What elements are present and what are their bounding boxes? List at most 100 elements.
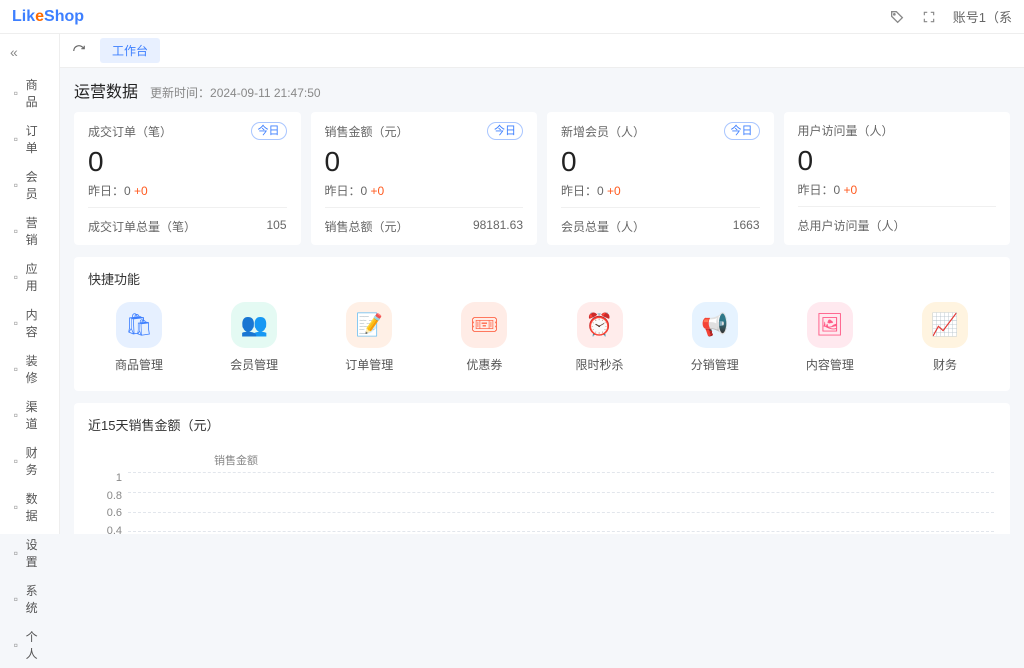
chart-y-axis: 10.80.60.40.20 [90,472,128,534]
sidebar-item-label: 商品 [26,76,49,110]
app-header: LikeShop 账号1（系 [0,0,1024,34]
card-yesterday: 昨日：0 +0 [798,181,997,198]
card-value: 0 [561,146,760,178]
sidebar-item-label: 系统 [26,582,49,616]
sidebar-icon: ▫ [10,363,22,375]
logo-part-e: e [35,8,44,25]
sidebar-item-6[interactable]: ▫ 装修 [0,346,59,392]
card-yesterday: 昨日：0 +0 [88,182,287,199]
card-foot-label: 会员总量（人） [561,218,645,235]
chart-plot: 08-2808-2908-3008-3109-0109-0209-0309-04… [128,472,994,534]
overview-header: 运营数据 更新时间：2024-09-11 21:47:50 [74,78,1010,102]
sidebar-item-label: 个人 [26,628,49,662]
shortcut-1[interactable]: 👥会员管理 [209,302,299,373]
stat-card-0: 成交订单（笔）今日0昨日：0 +0成交订单总量（笔）105 [74,112,301,245]
card-title: 新增会员（人） [561,123,645,140]
sidebar-item-label: 数据 [26,490,49,524]
shortcuts-row: 🛍 商品管理 👥会员管理 📝订单管理 🎟优惠券 ⏰ 限时秒杀 📢 分销管理 🖼内容管理 📈 财务 [88,302,996,379]
sidebar-item-2[interactable]: ▫会员 [0,162,59,208]
refresh-button[interactable] [68,40,90,62]
sidebar-icon: ▫ [10,501,22,513]
shortcut-label: 分销管理 [691,356,739,373]
sidebar-item-label: 财务 [26,444,49,478]
sidebar-icon: ▫ [10,225,22,237]
tabbar: 工作台 [60,34,1024,68]
shortcut-label: 内容管理 [806,356,854,373]
shortcut-icon: ⏰ [577,302,623,348]
shortcut-icon: 🛍 [116,302,162,348]
fullscreen-icon[interactable] [921,9,937,25]
sidebar-icon: ▫ [10,455,22,467]
main-area: 工作台 运营数据 更新时间：2024-09-11 21:47:50 成交订单（笔… [60,34,1024,534]
shortcut-icon: 📈 [922,302,968,348]
card-foot-value: 1663 [733,218,760,235]
sidebar-item-9[interactable]: ▫ 数据 [0,484,59,530]
stat-card-2: 新增会员（人） 今日 0 昨日：0 +0 会员总量（人） 1663 [547,112,774,245]
chart-title: 近15天销售金额（元） [88,415,996,434]
sidebar-icon: ▫ [10,409,22,421]
sidebar-item-label: 装修 [26,352,49,386]
sidebar-item-4[interactable]: ▫应用 [0,254,59,300]
sidebar-item-1[interactable]: ▫订单 [0,116,59,162]
shortcut-3[interactable]: 🎟优惠券 [439,302,529,373]
shortcut-0[interactable]: 🛍 商品管理 [94,302,184,373]
sidebar-item-0[interactable]: ▫商品 [0,70,59,116]
shortcut-4[interactable]: ⏰ 限时秒杀 [555,302,645,373]
overview-cards: 成交订单（笔）今日0昨日：0 +0成交订单总量（笔）105 销售金额（元） 今日 0 昨… [74,112,1010,245]
sidebar-item-8[interactable]: ▫ 财务 [0,438,59,484]
shortcut-icon: 👥 [231,302,277,348]
overview-updated: 更新时间：2024-09-11 21:47:50 [150,84,321,101]
logo-part-l: Lik [12,8,35,25]
sidebar-item-label: 设置 [26,536,49,570]
shortcut-icon: 📝 [346,302,392,348]
stat-card-3: 用户访问量（人） 0 昨日：0 +0 总用户访问量（人） [784,112,1011,245]
sidebar-item-label: 内容 [26,306,49,340]
card-value: 0 [798,145,997,177]
shortcut-label: 限时秒杀 [576,356,624,373]
shortcut-6[interactable]: 🖼内容管理 [785,302,875,373]
chart-panel: 近15天销售金额（元） 销售金额 10.80.60.40.20 08-2808-… [74,403,1010,534]
today-badge: 今日 [724,122,760,140]
shortcut-2[interactable]: 📝订单管理 [324,302,414,373]
shortcut-icon: 📢 [692,302,738,348]
card-title: 成交订单（笔） [88,123,172,140]
sidebar-item-12[interactable]: ▫ 个人 [0,622,59,668]
card-foot-value: 105 [266,218,286,235]
sidebar-item-11[interactable]: ▫系统 [0,576,59,622]
sidebar-icon: ▫ [10,271,22,283]
sidebar-item-3[interactable]: ▫营销 [0,208,59,254]
stat-card-1: 销售金额（元）今日0昨日：0 +0销售总额（元）98181.63 [311,112,538,245]
sidebar-item-5[interactable]: ▫ 内容 [0,300,59,346]
card-foot-label: 总用户访问量（人） [798,217,906,234]
sidebar-icon: ▫ [10,639,22,651]
sidebar-item-label: 渠道 [26,398,49,432]
account-label[interactable]: 账号1（系 [953,7,1012,26]
card-yesterday: 昨日：0 +0 [561,182,760,199]
shortcut-label: 优惠券 [466,356,502,373]
today-badge: 今日 [487,122,523,140]
sidebar-item-label: 会员 [26,168,49,202]
card-title: 销售金额（元） [325,123,409,140]
card-value: 0 [325,146,524,178]
tag-icon[interactable] [889,9,905,25]
card-title: 用户访问量（人） [798,122,894,139]
overview-title: 运营数据 [74,78,138,102]
shortcut-7[interactable]: 📈 财务 [900,302,990,373]
shortcut-label: 商品管理 [115,356,163,373]
sidebar-icon: ▫ [10,133,22,145]
sidebar-item-7[interactable]: ▫ 渠道 [0,392,59,438]
tab-workbench[interactable]: 工作台 [100,38,160,63]
shortcut-label: 财务 [933,356,957,373]
chart-legend: 销售金额 [214,452,994,468]
logo-part-r: Shop [44,8,84,25]
sidebar-icon: ▫ [10,547,22,559]
tab-label: 工作台 [112,42,148,59]
sidebar-item-10[interactable]: ▫ 设置 [0,530,59,576]
sidebar-collapse-button[interactable]: « [0,40,59,70]
shortcuts-title: 快捷功能 [88,269,996,288]
sidebar-icon: ▫ [10,317,22,329]
shortcut-5[interactable]: 📢 分销管理 [670,302,760,373]
shortcuts-panel: 快捷功能 🛍 商品管理 👥会员管理 📝订单管理 🎟优惠券 ⏰ 限时秒杀 📢 分销管理 🖼内容管理 📈… [74,257,1010,391]
logo: LikeShop [12,8,84,26]
card-yesterday: 昨日：0 +0 [325,182,524,199]
